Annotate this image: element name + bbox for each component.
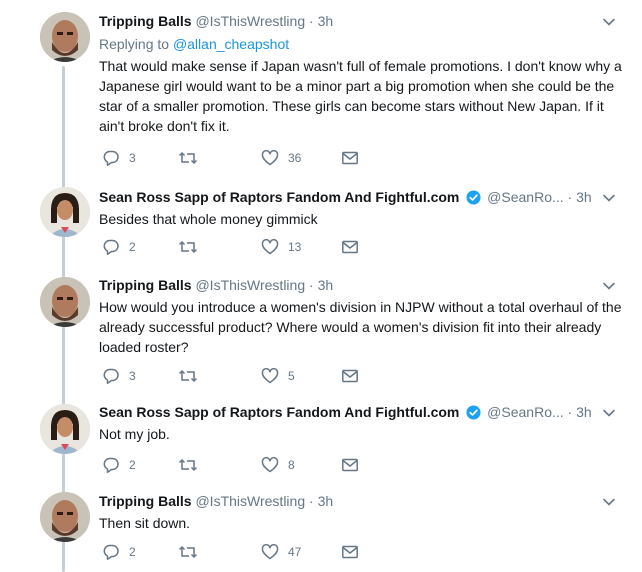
timestamp[interactable]: 3h — [318, 13, 334, 29]
display-name[interactable]: Tripping Balls — [99, 493, 192, 509]
direct-message-button[interactable] — [341, 148, 359, 168]
like-button[interactable]: 36 — [261, 148, 301, 168]
chevron-down-icon[interactable] — [602, 278, 616, 298]
retweet-button[interactable] — [178, 366, 207, 386]
chevron-down-icon[interactable] — [602, 190, 616, 210]
separator-dot: · — [309, 493, 314, 509]
display-name[interactable]: Sean Ross Sapp of Raptors Fandom And Fig… — [99, 404, 459, 420]
like-count: 47 — [288, 545, 302, 559]
heart-icon — [261, 367, 279, 385]
like-button[interactable]: 8 — [261, 455, 295, 475]
avatar[interactable] — [40, 187, 90, 237]
like-button[interactable]: 5 — [261, 366, 295, 386]
reply-count: 3 — [129, 151, 136, 165]
timestamp[interactable]: 3h — [318, 277, 334, 293]
retweet-icon — [178, 149, 198, 167]
user-handle[interactable]: @SeanRo... — [487, 189, 563, 205]
separator-dot: · — [309, 277, 314, 293]
chevron-down-icon[interactable] — [602, 494, 616, 514]
like-button[interactable]: 47 — [261, 542, 301, 562]
envelope-icon — [341, 238, 359, 256]
separator-dot: · — [567, 404, 573, 420]
tweet-text: How would you introduce a women's divisi… — [99, 299, 622, 355]
reply-icon — [102, 149, 120, 167]
user-handle[interactable]: @IsThisWrestling — [195, 277, 305, 293]
heart-icon — [261, 456, 279, 474]
timestamp[interactable]: 3h — [576, 404, 592, 420]
reply-icon — [102, 238, 120, 256]
reply-button[interactable]: 2 — [102, 542, 136, 562]
tweet-text: Then sit down. — [99, 515, 191, 531]
user-handle[interactable]: @SeanRo... — [487, 404, 563, 420]
retweet-icon — [178, 367, 198, 385]
user-handle[interactable]: @IsThisWrestling — [195, 13, 305, 29]
retweet-button[interactable] — [178, 237, 207, 257]
envelope-icon — [341, 456, 359, 474]
tweet-text: That would make sense if Japan wasn't fu… — [99, 58, 622, 134]
user-handle[interactable]: @IsThisWrestling — [195, 493, 305, 509]
envelope-icon — [341, 149, 359, 167]
reply-icon — [102, 456, 120, 474]
avatar[interactable] — [40, 12, 90, 62]
like-count: 8 — [288, 458, 295, 472]
replying-to: Replying to @allan_cheapshot — [99, 34, 622, 54]
like-count: 13 — [288, 240, 302, 254]
heart-icon — [261, 149, 279, 167]
envelope-icon — [341, 367, 359, 385]
reply-icon — [102, 367, 120, 385]
replying-to-link[interactable]: @allan_cheapshot — [173, 36, 289, 52]
reply-icon — [102, 543, 120, 561]
retweet-icon — [178, 238, 198, 256]
avatar[interactable] — [40, 404, 90, 454]
direct-message-button[interactable] — [341, 542, 359, 562]
heart-icon — [261, 238, 279, 256]
display-name[interactable]: Tripping Balls — [99, 277, 192, 293]
like-count: 36 — [288, 151, 302, 165]
reply-count: 2 — [129, 458, 136, 472]
verified-badge-icon — [466, 405, 481, 425]
direct-message-button[interactable] — [341, 455, 359, 475]
separator-dot: · — [309, 13, 314, 29]
retweet-button[interactable] — [178, 455, 207, 475]
timestamp[interactable]: 3h — [318, 493, 334, 509]
avatar[interactable] — [40, 277, 90, 327]
reply-button[interactable]: 3 — [102, 366, 136, 386]
direct-message-button[interactable] — [341, 237, 359, 257]
envelope-icon — [341, 543, 359, 561]
reply-button[interactable]: 3 — [102, 148, 136, 168]
timestamp[interactable]: 3h — [576, 189, 592, 205]
tweet-actions: 3 36 — [102, 148, 402, 168]
separator-dot: · — [567, 189, 573, 205]
tweet-text: Not my job. — [99, 426, 170, 442]
retweet-icon — [178, 456, 198, 474]
reply-button[interactable]: 2 — [102, 455, 136, 475]
replying-label: Replying to — [99, 36, 170, 52]
tweet-actions: 2 47 — [102, 542, 402, 562]
like-button[interactable]: 13 — [261, 237, 301, 257]
tweet-actions: 2 8 — [102, 455, 402, 475]
chevron-down-icon[interactable] — [602, 14, 616, 34]
tweet-actions: 3 5 — [102, 366, 402, 386]
reply-button[interactable]: 2 — [102, 237, 136, 257]
retweet-button[interactable] — [178, 542, 207, 562]
display-name[interactable]: Tripping Balls — [99, 13, 192, 29]
verified-badge-icon — [466, 190, 481, 210]
retweet-icon — [178, 543, 198, 561]
chevron-down-icon[interactable] — [602, 405, 616, 425]
reply-count: 2 — [129, 240, 136, 254]
reply-count: 2 — [129, 545, 136, 559]
tweet-actions: 2 13 — [102, 237, 402, 257]
retweet-button[interactable] — [178, 148, 207, 168]
tweet-text: Besides that whole money gimmick — [99, 211, 318, 227]
like-count: 5 — [288, 369, 295, 383]
reply-count: 3 — [129, 369, 136, 383]
avatar[interactable] — [40, 492, 90, 542]
heart-icon — [261, 543, 279, 561]
direct-message-button[interactable] — [341, 366, 359, 386]
display-name[interactable]: Sean Ross Sapp of Raptors Fandom And Fig… — [99, 189, 459, 205]
